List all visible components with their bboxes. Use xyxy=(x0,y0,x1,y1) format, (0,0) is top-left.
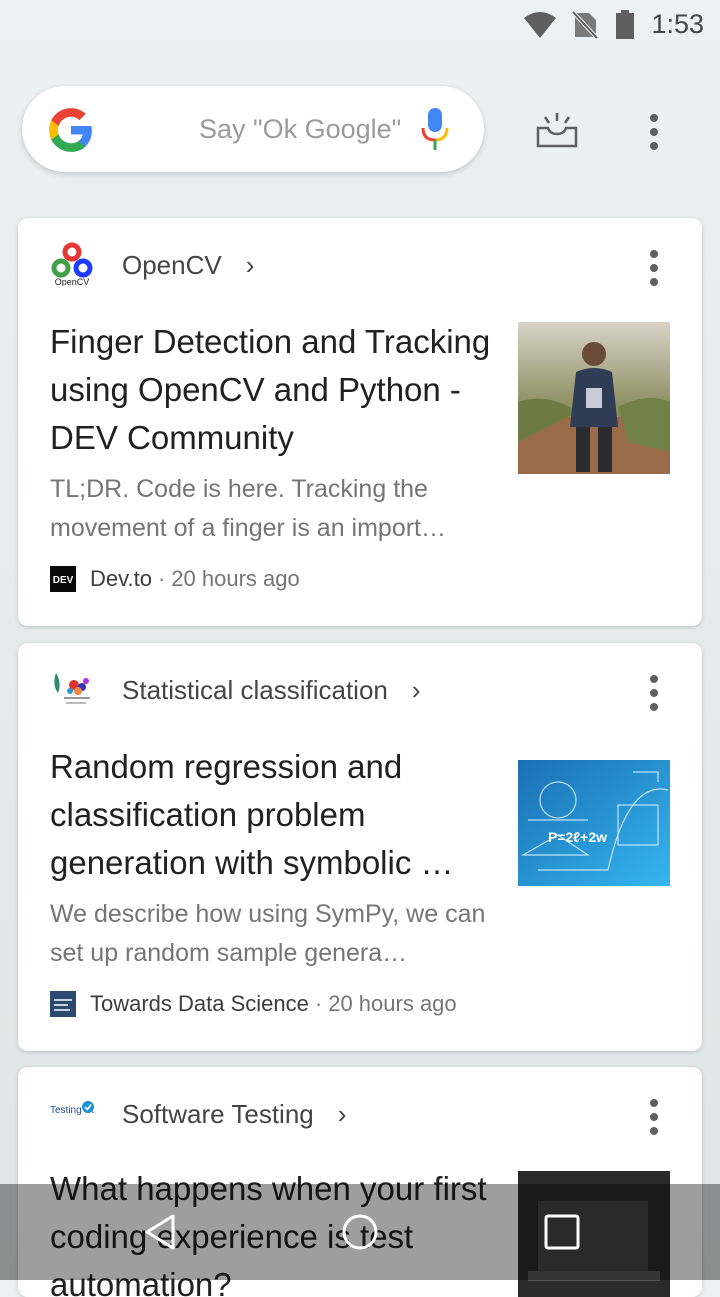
publish-time: 20 hours ago xyxy=(328,991,457,1016)
opencv-logo: OpenCV xyxy=(51,242,93,286)
svg-text:OpenCV: OpenCV xyxy=(55,277,90,286)
chevron-right-icon: › xyxy=(411,675,421,705)
wifi-icon xyxy=(524,12,556,38)
search-hint: Say "Ok Google" xyxy=(199,114,402,144)
back-icon[interactable] xyxy=(140,1212,180,1252)
svg-text:DEV: DEV xyxy=(53,575,74,586)
home-icon[interactable] xyxy=(340,1212,380,1252)
feed-card[interactable]: Statistical classification › Random regre… xyxy=(18,643,702,1051)
card-topic[interactable]: Statistical classification › xyxy=(122,675,421,706)
card-more-icon[interactable] xyxy=(640,673,668,713)
source-name: Dev.to xyxy=(90,566,152,591)
google-logo xyxy=(49,108,92,152)
updates-tray-icon[interactable] xyxy=(534,110,580,148)
chevron-right-icon: › xyxy=(245,250,255,280)
status-bar: 1:53 xyxy=(0,0,720,50)
system-nav-bar xyxy=(0,1184,720,1280)
card-thumbnail[interactable]: P=2ℓ+2w xyxy=(518,760,670,886)
feed-card[interactable]: OpenCV OpenCV › Finger Detection and Trac… xyxy=(18,218,702,626)
card-title[interactable]: Random regression and classification pro… xyxy=(50,743,496,887)
more-vert-icon[interactable] xyxy=(640,112,668,152)
battery-icon xyxy=(616,10,634,39)
no-sim-icon xyxy=(571,10,599,40)
card-source: DEV Dev.to · 20 hours ago xyxy=(50,566,300,592)
recents-icon[interactable] xyxy=(542,1212,582,1252)
svg-text:P=2ℓ+2w: P=2ℓ+2w xyxy=(548,829,607,845)
card-more-icon[interactable] xyxy=(640,1097,668,1137)
card-thumbnail[interactable] xyxy=(518,322,670,474)
card-topic[interactable]: OpenCV › xyxy=(122,250,254,281)
towards-data-science-logo xyxy=(50,991,76,1017)
card-more-icon[interactable] xyxy=(640,248,668,288)
card-snippet: TL;DR. Code is here. Tracking the moveme… xyxy=(50,475,446,542)
card-title[interactable]: Finger Detection and Tracking using Open… xyxy=(50,318,496,462)
card-snippet: We describe how using SymPy, we can set … xyxy=(50,900,486,967)
card-topic[interactable]: Software Testing › xyxy=(122,1099,346,1130)
google-search-bar[interactable]: Say "Ok Google" xyxy=(22,86,484,172)
publish-time: 20 hours ago xyxy=(171,566,300,591)
mic-icon[interactable] xyxy=(419,106,451,154)
software-testing-logo: Testing Software xyxy=(50,1101,94,1116)
card-source: Towards Data Science · 20 hours ago xyxy=(50,991,457,1017)
source-name: Towards Data Science xyxy=(90,991,309,1016)
dev-to-logo: DEV xyxy=(50,566,76,592)
chevron-right-icon: › xyxy=(337,1099,347,1129)
status-time: 1:53 xyxy=(651,9,704,39)
statistical-classification-logo xyxy=(50,667,94,711)
